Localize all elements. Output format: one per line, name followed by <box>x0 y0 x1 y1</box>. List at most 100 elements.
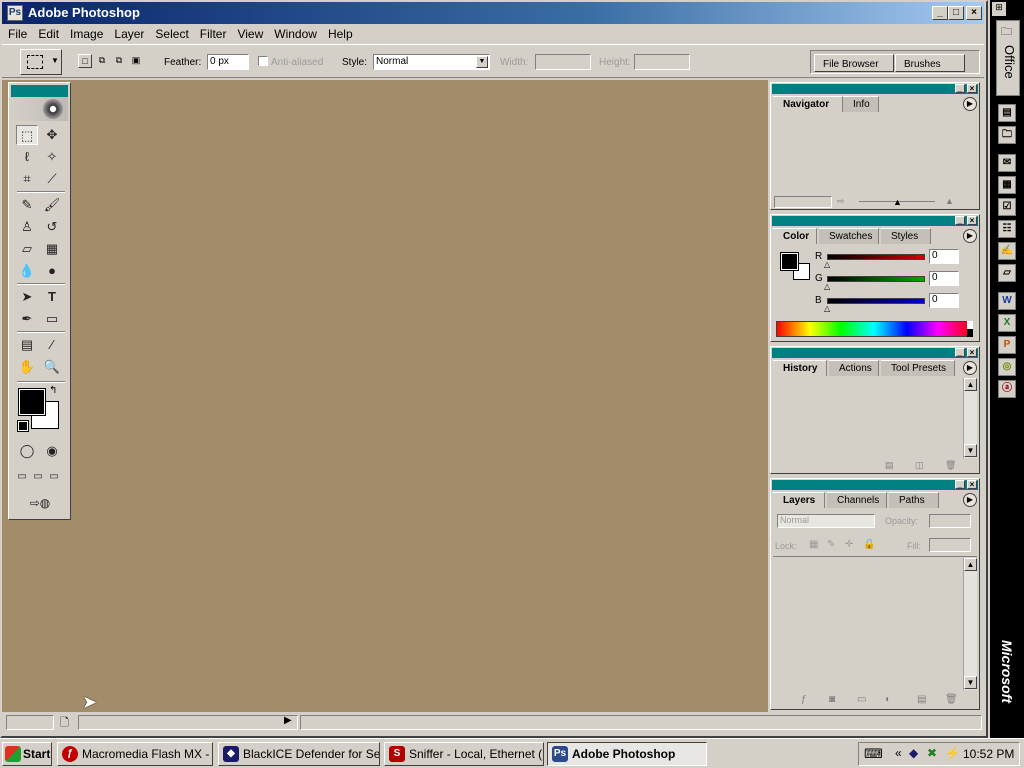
blackice-tray-icon[interactable]: ◆ <box>909 746 918 760</box>
office-new-icon[interactable]: ▤ <box>998 104 1016 122</box>
subtract-selection-icon[interactable]: ⧉ <box>112 54 126 68</box>
adjustment-layer-icon[interactable]: ◐ <box>885 694 891 705</box>
default-colors-icon[interactable] <box>17 420 29 432</box>
swap-colors-icon[interactable]: ↰ <box>49 385 57 396</box>
fill-field[interactable] <box>929 538 971 552</box>
zoom-slider-thumb[interactable]: ▲ <box>893 197 902 207</box>
red-slider[interactable] <box>827 254 925 260</box>
tab-swatches[interactable]: Swatches <box>819 228 879 244</box>
foreground-color-swatch[interactable] <box>780 252 799 271</box>
new-layer-icon[interactable]: ▤ <box>917 694 926 705</box>
hand-tool-icon[interactable]: ✋ <box>16 357 38 377</box>
tab-channels[interactable]: Channels <box>827 492 887 508</box>
intersect-selection-icon[interactable]: ▣ <box>129 54 143 68</box>
minimize-button[interactable]: _ <box>932 6 948 20</box>
palette-menu-icon[interactable]: ▶ <box>963 229 977 243</box>
scroll-down-icon[interactable]: ▼ <box>964 444 977 457</box>
jump-to-imageready-icon[interactable]: ⇨◍ <box>16 493 64 513</box>
minimize-palette-icon[interactable]: _ <box>955 348 965 357</box>
tab-color[interactable]: Color <box>773 228 817 244</box>
clone-stamp-tool-icon[interactable]: ♙ <box>16 217 38 237</box>
feather-input[interactable]: 0 px <box>207 54 249 70</box>
quick-mask-mode-icon[interactable]: ◉ <box>41 441 63 461</box>
close-palette-icon[interactable]: × <box>967 348 977 357</box>
zoom-out-icon[interactable]: ⇨ <box>837 196 845 207</box>
scroll-up-icon[interactable]: ▲ <box>964 558 977 571</box>
close-palette-icon[interactable]: × <box>967 84 977 93</box>
new-document-icon[interactable]: ▤ <box>885 460 894 471</box>
tab-actions[interactable]: Actions <box>829 360 879 376</box>
minimize-palette-icon[interactable]: _ <box>955 216 965 225</box>
foreground-color-swatch[interactable] <box>18 388 46 416</box>
green-slider[interactable] <box>827 276 925 282</box>
palette-header[interactable] <box>772 84 978 94</box>
layer-set-icon[interactable]: ▭ <box>857 694 866 705</box>
palette-menu-icon[interactable]: ▶ <box>963 361 977 375</box>
zoom-field[interactable] <box>6 715 54 730</box>
security-tray-icon[interactable]: ⚡ <box>945 746 960 760</box>
tab-paths[interactable]: Paths <box>889 492 939 508</box>
maximize-button[interactable]: □ <box>948 6 964 20</box>
photoshop-eye-icon[interactable]: Ps <box>7 5 23 21</box>
status-menu-arrow-icon[interactable]: ▶ <box>284 715 292 726</box>
eraser-tool-icon[interactable]: ▱ <box>16 239 38 259</box>
zoom-tool-icon[interactable]: 🔍 <box>41 357 63 377</box>
task-sniffer[interactable]: S Sniffer - Local, Ethernet (L... <box>384 742 544 766</box>
green-slider-thumb[interactable]: △ <box>824 282 830 291</box>
tray-expand-icon[interactable]: « <box>895 746 902 760</box>
scroll-up-icon[interactable]: ▲ <box>964 378 977 391</box>
layers-scrollbar[interactable]: ▲ ▼ <box>963 558 977 690</box>
start-button[interactable]: Start <box>2 742 52 766</box>
menu-view[interactable]: View <box>231 24 268 44</box>
move-tool-icon[interactable]: ✥ <box>41 125 63 145</box>
network-tray-icon[interactable]: ✖ <box>927 746 937 760</box>
new-snapshot-icon[interactable]: ◫ <box>915 460 924 471</box>
type-tool-icon[interactable]: T <box>41 287 63 307</box>
path-selection-tool-icon[interactable]: ➤ <box>16 287 38 307</box>
trash-icon[interactable]: 🗑 <box>945 694 958 705</box>
antialias-checkbox[interactable] <box>258 56 268 66</box>
tab-tool-presets[interactable]: Tool Presets <box>881 360 955 376</box>
dodge-tool-icon[interactable]: ● <box>41 261 63 281</box>
menu-filter[interactable]: Filter <box>194 24 232 44</box>
palette-menu-icon[interactable]: ▶ <box>963 493 977 507</box>
task-icon[interactable]: ☑ <box>998 198 1016 216</box>
toolbox-header[interactable] <box>11 85 68 97</box>
close-palette-icon[interactable]: × <box>967 216 977 225</box>
note-icon[interactable]: ▱ <box>998 264 1016 282</box>
office-folder-button[interactable]: 🗀 Office <box>996 20 1020 96</box>
well-tab-file-browser[interactable]: File Browser <box>814 54 894 72</box>
chevron-down-icon[interactable]: ▼ <box>476 56 488 68</box>
blue-value[interactable]: 0 <box>929 293 959 308</box>
green-value[interactable]: 0 <box>929 271 959 286</box>
menu-select[interactable]: Select <box>149 24 193 44</box>
blue-slider[interactable] <box>827 298 925 304</box>
brush-tool-icon[interactable]: 🖌 <box>41 195 63 215</box>
white-swatch[interactable] <box>967 321 973 329</box>
crop-tool-icon[interactable]: ⌗ <box>16 169 38 189</box>
outlook-mail-icon[interactable]: ✉ <box>998 154 1016 172</box>
minimize-palette-icon[interactable]: _ <box>955 480 965 489</box>
notes-tool-icon[interactable]: ▤ <box>16 335 38 355</box>
layer-style-icon[interactable]: ƒ <box>801 694 807 705</box>
contact-icon[interactable]: ☷ <box>998 220 1016 238</box>
pen-tool-icon[interactable]: ✒ <box>16 309 38 329</box>
tool-preset-picker[interactable]: ▼ <box>20 49 62 75</box>
office-open-icon[interactable]: 🗀 <box>998 126 1016 144</box>
add-selection-icon[interactable]: ⧉ <box>95 54 109 68</box>
eyedropper-tool-icon[interactable]: ⁄ <box>41 335 63 355</box>
menu-image[interactable]: Image <box>64 24 108 44</box>
office-menu-icon[interactable]: ⊞ <box>992 2 1006 16</box>
tab-layers[interactable]: Layers <box>773 492 825 508</box>
full-screen-icon[interactable]: ▭ <box>45 467 63 487</box>
menu-layer[interactable]: Layer <box>108 24 149 44</box>
slice-tool-icon[interactable]: ⟋ <box>41 169 63 189</box>
lock-transparent-icon[interactable]: ▦ <box>809 539 818 550</box>
zoom-in-icon[interactable]: ▲ <box>945 196 954 206</box>
trash-icon[interactable]: 🗑 <box>945 460 956 471</box>
powerpoint-icon[interactable]: P <box>998 336 1016 354</box>
lasso-tool-icon[interactable]: ℓ <box>16 147 38 167</box>
task-flash[interactable]: ƒ Macromedia Flash MX - [... <box>57 742 213 766</box>
marquee-tool-icon[interactable]: ⬚ <box>16 125 38 145</box>
tab-info[interactable]: Info <box>843 96 879 112</box>
